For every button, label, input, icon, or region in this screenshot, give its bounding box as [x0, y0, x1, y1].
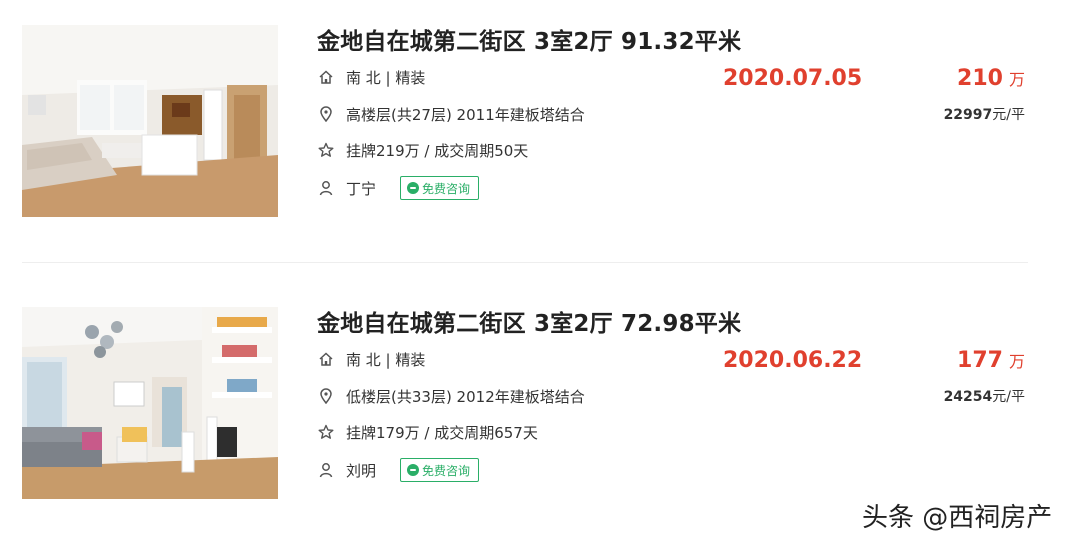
chat-bubble-icon: [407, 464, 420, 476]
agent-row: 丁宁 免费咨询: [317, 176, 480, 200]
unit-price-suffix: 元/平: [992, 107, 1025, 123]
unit-price-value: 22997: [943, 107, 993, 123]
total-price-value: 210: [957, 66, 1003, 91]
free-consult-button[interactable]: 免费咨询: [400, 458, 480, 482]
location-pin-icon: [317, 387, 335, 405]
orientation-decor-text: 南 北 | 精装: [346, 68, 426, 87]
agent-row: 刘明 免费咨询: [317, 458, 480, 482]
total-price: 177 万: [957, 348, 1025, 373]
deal-date: 2020.07.05: [723, 66, 863, 91]
agent-name[interactable]: 刘明: [346, 460, 376, 481]
listing-divider: [22, 262, 1028, 263]
star-icon: [317, 141, 335, 159]
star-icon: [317, 423, 335, 441]
consult-label: 免费咨询: [422, 463, 471, 478]
listing-info-text: 挂牌219万 / 成交周期50天: [346, 141, 529, 160]
house-icon: [317, 350, 335, 368]
chat-bubble-icon: [407, 182, 420, 194]
person-icon: [317, 179, 335, 197]
listing-info-row: 挂牌219万 / 成交周期50天: [317, 139, 528, 161]
agent-name[interactable]: 丁宁: [346, 178, 376, 199]
floor-row: 低楼层(共33层) 2012年建板塔结合: [317, 385, 585, 407]
total-price-unit: 万: [1008, 352, 1025, 371]
location-pin-icon: [317, 105, 335, 123]
total-price-value: 177: [957, 348, 1003, 373]
listing-photo[interactable]: [22, 307, 278, 499]
free-consult-button[interactable]: 免费咨询: [400, 176, 480, 200]
unit-price: 22997元/平: [944, 104, 1025, 124]
unit-price: 24254元/平: [944, 386, 1025, 406]
listing-title[interactable]: 金地自在城第二街区 3室2厅 72.98平米: [317, 304, 741, 338]
deal-date: 2020.06.22: [723, 348, 863, 373]
orientation-decor-text: 南 北 | 精装: [346, 350, 426, 369]
house-icon: [317, 68, 335, 86]
total-price: 210 万: [957, 66, 1025, 91]
watermark: 头条 @西祠房产: [862, 503, 1053, 533]
consult-label: 免费咨询: [422, 181, 471, 196]
floor-row: 高楼层(共27层) 2011年建板塔结合: [317, 103, 585, 125]
orientation-row: 南 北 | 精装: [317, 348, 425, 370]
total-price-unit: 万: [1008, 70, 1025, 89]
listing-card[interactable]: 金地自在城第二街区 3室2厅 72.98平米 南 北 | 精装 低楼层(共33层…: [0, 282, 1080, 522]
person-icon: [317, 461, 335, 479]
orientation-row: 南 北 | 精装: [317, 66, 425, 88]
listing-info-row: 挂牌179万 / 成交周期657天: [317, 421, 538, 443]
floor-info-text: 低楼层(共33层) 2012年建板塔结合: [346, 387, 585, 406]
floor-info-text: 高楼层(共27层) 2011年建板塔结合: [346, 105, 585, 124]
unit-price-suffix: 元/平: [992, 389, 1025, 405]
listing-card[interactable]: 金地自在城第二街区 3室2厅 91.32平米 南 北 | 精装 高楼层(共27层…: [0, 0, 1080, 240]
listing-title[interactable]: 金地自在城第二街区 3室2厅 91.32平米: [317, 22, 741, 56]
listing-photo[interactable]: [22, 25, 278, 217]
listing-info-text: 挂牌179万 / 成交周期657天: [346, 423, 538, 442]
unit-price-value: 24254: [943, 389, 993, 405]
